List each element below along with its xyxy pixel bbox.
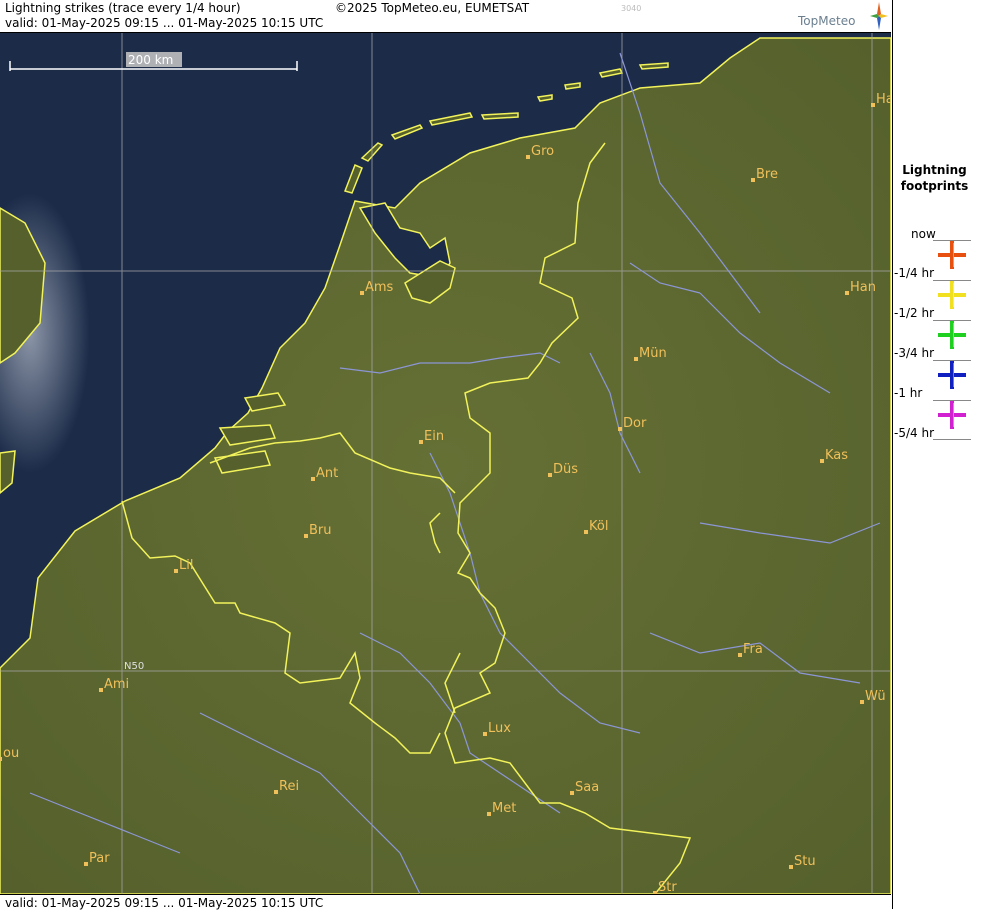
- city-marker: Bru: [304, 523, 332, 538]
- city-dot: [311, 477, 315, 481]
- city-dot: [360, 291, 364, 295]
- city-label: Bru: [309, 523, 332, 538]
- city-label: Han: [850, 280, 876, 295]
- city-dot: [0, 757, 2, 761]
- legend-label: -5/4 hr: [894, 426, 934, 440]
- city-label: Ams: [365, 280, 394, 295]
- city-dot: [483, 732, 487, 736]
- city-label: Bre: [756, 167, 778, 182]
- city-label: Wü: [865, 689, 886, 704]
- city-dot: [274, 790, 278, 794]
- city-dot: [419, 440, 423, 444]
- topmeteo-logo[interactable]: TopMeteo: [798, 14, 855, 28]
- city-dot: [820, 459, 824, 463]
- city-label: Lux: [488, 721, 511, 736]
- city-label: Dor: [623, 416, 647, 431]
- city-marker: Düs: [548, 462, 578, 477]
- copyright-text: ©2025 TopMeteo.eu, EUMETSAT: [335, 1, 530, 15]
- legend-label: -1/4 hr: [894, 266, 934, 280]
- city-marker: Bre: [751, 167, 778, 182]
- city-label: Ami: [104, 677, 129, 692]
- city-marker: Ams: [360, 280, 394, 295]
- city-dot: [487, 812, 491, 816]
- city-dot: [99, 688, 103, 692]
- city-dot: [634, 357, 638, 361]
- city-label: Ha: [876, 92, 891, 107]
- footer-bar: valid: 01-May-2025 09:15 ... 01-May-2025…: [0, 894, 891, 910]
- city-marker: Met: [487, 801, 516, 816]
- valid-time: valid: 01-May-2025 09:15 ... 01-May-2025…: [5, 16, 324, 30]
- city-marker: ou: [0, 746, 19, 761]
- compass-star-icon: [870, 2, 888, 30]
- city-marker: Ant: [311, 466, 338, 481]
- legend-label: -3/4 hr: [894, 346, 934, 360]
- city-label: Par: [89, 851, 110, 866]
- lightning-cross-icon: [938, 281, 966, 309]
- city-label: Saa: [575, 780, 599, 795]
- city-marker: Mün: [634, 346, 667, 361]
- city-label: Gro: [531, 144, 554, 159]
- city-label: Fra: [743, 642, 763, 657]
- legend-title-line2: footprints: [900, 179, 969, 193]
- footer-valid-time: valid: 01-May-2025 09:15 ... 01-May-2025…: [5, 896, 324, 910]
- city-label: Ant: [316, 466, 338, 481]
- latitude-label: N50: [124, 661, 144, 672]
- lightning-cross-icon: [938, 361, 966, 389]
- city-dot: [845, 291, 849, 295]
- city-label: Mün: [639, 346, 667, 361]
- city-dot: [526, 155, 530, 159]
- city-label: Köl: [589, 519, 608, 534]
- city-label: Rei: [279, 779, 299, 794]
- city-dot: [304, 534, 308, 538]
- city-label: Ein: [424, 429, 444, 444]
- legend-title-line1: Lightning: [902, 163, 967, 177]
- city-dot: [584, 530, 588, 534]
- legend-label: -1 hr: [894, 386, 923, 400]
- city-dot: [738, 653, 742, 657]
- city-dot: [751, 178, 755, 182]
- city-dot: [84, 862, 88, 866]
- legend-panel: Lightning footprints now -1/4 hr -1/2 hr -3…: [892, 0, 983, 909]
- city-dot: [860, 700, 864, 704]
- legend-label: -1/2 hr: [894, 306, 934, 320]
- city-marker: Dor: [618, 416, 647, 431]
- lightning-map[interactable]: 200 km N50 Gro Bre Ha Ams Han Mün Dor Ein Ant Düs…: [0, 33, 891, 894]
- city-marker: Gro: [526, 144, 554, 159]
- city-dot: [789, 865, 793, 869]
- city-marker: Ami: [99, 677, 129, 692]
- map-code: 3040: [621, 4, 642, 13]
- city-dot: [871, 103, 875, 107]
- city-dot: [570, 791, 574, 795]
- legend-title: Lightning footprints: [893, 162, 976, 194]
- map-title: Lightning strikes (trace every 1/4 hour): [5, 1, 241, 15]
- lightning-cross-icon: [938, 321, 966, 349]
- city-marker: Kas: [820, 448, 848, 463]
- city-label: ou: [3, 746, 19, 761]
- scale-label: 200 km: [128, 53, 173, 67]
- city-marker: Lux: [483, 721, 511, 736]
- lightning-cross-icon: [938, 401, 966, 429]
- city-label: Düs: [553, 462, 578, 477]
- city-dot: [174, 569, 178, 573]
- legend-label: now: [911, 227, 936, 241]
- legend-divider: [933, 439, 971, 440]
- city-label: Stu: [794, 854, 816, 869]
- city-marker: Saa: [570, 780, 599, 795]
- city-label: Lil: [179, 558, 193, 573]
- city-label: Str: [658, 880, 677, 894]
- city-marker: Han: [845, 280, 876, 295]
- city-dot: [548, 473, 552, 477]
- header-bar: Lightning strikes (trace every 1/4 hour)…: [0, 0, 891, 33]
- lightning-cross-icon: [938, 241, 966, 269]
- city-dot: [618, 427, 622, 431]
- city-label: Kas: [825, 448, 848, 463]
- city-label: Met: [492, 801, 516, 816]
